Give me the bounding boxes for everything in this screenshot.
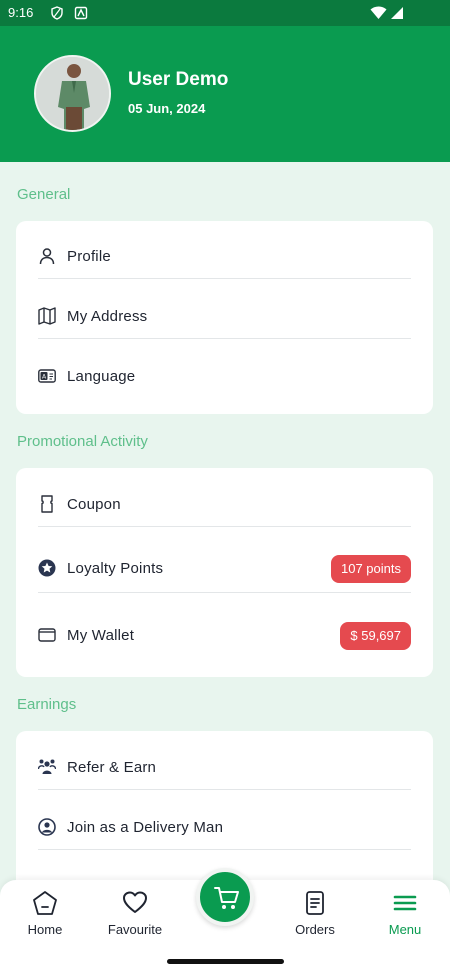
- menu-item-my-address[interactable]: My Address: [38, 295, 411, 339]
- menu-item-language[interactable]: A Language: [38, 355, 411, 399]
- shield-icon: [51, 6, 63, 20]
- language-icon: A: [38, 369, 56, 383]
- user-name: User Demo: [128, 69, 229, 90]
- menu-item-label: My Wallet: [67, 627, 135, 644]
- section-title-promotional: Promotional Activity: [17, 433, 148, 450]
- avatar-person-image: [36, 57, 109, 130]
- status-bar: 9:16: [0, 0, 450, 26]
- menu-item-join-delivery-man[interactable]: Join as a Delivery Man: [38, 806, 411, 850]
- menu-item-loyalty-points[interactable]: Loyalty Points 107 points: [38, 547, 411, 593]
- delivery-man-icon: [38, 818, 56, 836]
- section-title-general: General: [17, 186, 71, 203]
- divider: [38, 789, 411, 790]
- app-notification-icon: [74, 6, 88, 20]
- orders-icon: [306, 891, 324, 915]
- status-time: 9:16: [8, 5, 34, 20]
- promotional-card: Coupon Loyalty Points 107 points My Wall…: [16, 468, 433, 677]
- people-icon: [38, 759, 56, 774]
- nav-label: Favourite: [107, 922, 163, 937]
- divider: [38, 592, 411, 593]
- menu-item-label: My Address: [67, 308, 148, 325]
- divider: [38, 526, 411, 527]
- divider: [38, 338, 411, 339]
- section-title-earnings: Earnings: [17, 696, 77, 713]
- heart-icon: [123, 891, 147, 913]
- home-icon: [33, 891, 57, 915]
- menu-item-label: Profile: [67, 248, 111, 265]
- loyalty-points-badge: 107 points: [331, 555, 411, 583]
- nav-label: Home: [27, 922, 63, 937]
- menu-item-coupon[interactable]: Coupon: [38, 483, 411, 527]
- menu-item-my-wallet[interactable]: My Wallet $ 59,697: [38, 614, 411, 658]
- signal-icon: [391, 7, 403, 19]
- divider: [38, 278, 411, 279]
- gesture-bar: [0, 948, 450, 975]
- divider: [38, 849, 411, 850]
- avatar[interactable]: [34, 55, 111, 132]
- menu-item-profile[interactable]: Profile: [38, 235, 411, 279]
- wallet-icon: [38, 628, 56, 642]
- nav-favourite[interactable]: Favourite: [95, 890, 175, 946]
- nav-label: Orders: [295, 922, 335, 937]
- coupon-icon: [41, 495, 53, 513]
- menu-item-label: Coupon: [67, 496, 121, 513]
- user-date: 05 Jun, 2024: [128, 101, 206, 116]
- cart-button[interactable]: [196, 868, 254, 926]
- nav-home[interactable]: Home: [5, 890, 85, 946]
- nav-orders[interactable]: Orders: [275, 890, 355, 946]
- menu-item-refer-earn[interactable]: Refer & Earn: [38, 746, 411, 790]
- menu-item-label: Join as a Delivery Man: [67, 819, 224, 836]
- menu-item-label: Loyalty Points: [67, 560, 164, 577]
- cart-icon: [214, 887, 239, 909]
- menu-item-label: Refer & Earn: [67, 759, 157, 776]
- map-icon: [38, 307, 56, 325]
- home-gesture-pill[interactable]: [167, 959, 284, 964]
- menu-item-label: Language: [67, 368, 136, 385]
- menu-icon: [393, 895, 417, 911]
- user-icon: [39, 248, 55, 265]
- wifi-icon: [370, 6, 387, 19]
- wallet-balance-badge: $ 59,697: [340, 622, 411, 650]
- general-card: Profile My Address A Language: [16, 221, 433, 414]
- nav-menu[interactable]: Menu: [365, 890, 445, 946]
- profile-header: User Demo 05 Jun, 2024: [0, 26, 450, 162]
- star-icon: [38, 559, 56, 577]
- nav-label: Menu: [388, 922, 422, 937]
